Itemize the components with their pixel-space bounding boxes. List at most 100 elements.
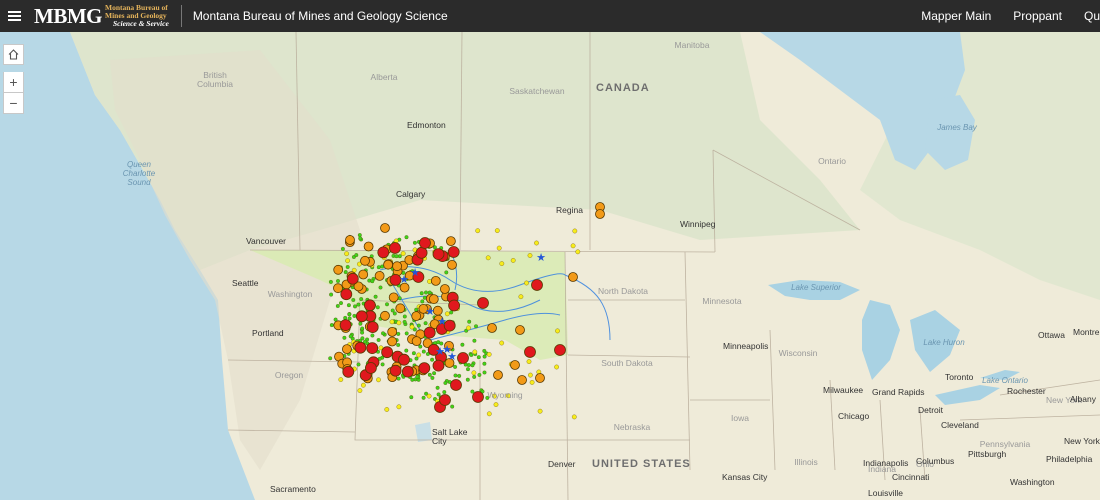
site-marker-orange[interactable] bbox=[374, 270, 385, 281]
zoom-out-button[interactable]: − bbox=[3, 93, 24, 114]
site-marker-orange[interactable] bbox=[388, 292, 399, 303]
site-marker-orange[interactable] bbox=[395, 303, 406, 314]
site-marker-green[interactable] bbox=[385, 302, 389, 307]
site-marker-orange[interactable] bbox=[341, 344, 352, 355]
site-marker-red[interactable] bbox=[432, 359, 445, 372]
site-marker-green[interactable] bbox=[351, 298, 356, 302]
site-marker-yellow[interactable] bbox=[496, 245, 502, 251]
site-marker-red[interactable] bbox=[448, 299, 461, 312]
site-marker-green[interactable] bbox=[354, 253, 359, 258]
site-marker-green[interactable] bbox=[375, 305, 380, 310]
site-marker-red[interactable] bbox=[366, 321, 379, 334]
site-marker-green[interactable] bbox=[414, 356, 419, 361]
site-marker-red[interactable] bbox=[531, 279, 543, 291]
site-marker-orange[interactable] bbox=[360, 255, 370, 266]
site-marker-orange[interactable] bbox=[517, 375, 527, 385]
site-marker-orange[interactable] bbox=[493, 370, 503, 380]
site-marker-green[interactable] bbox=[404, 348, 409, 353]
site-marker-green[interactable] bbox=[378, 285, 383, 290]
site-marker-green[interactable] bbox=[482, 354, 487, 359]
site-marker-green[interactable] bbox=[482, 361, 487, 366]
site-marker-green[interactable] bbox=[402, 319, 407, 324]
home-button[interactable] bbox=[3, 44, 24, 65]
site-marker-yellow[interactable] bbox=[345, 258, 350, 264]
site-marker-green[interactable] bbox=[329, 323, 334, 328]
site-marker-green[interactable] bbox=[356, 302, 361, 307]
site-marker-red[interactable] bbox=[423, 326, 436, 339]
site-marker-green[interactable] bbox=[396, 343, 401, 347]
site-marker-green[interactable] bbox=[472, 338, 477, 343]
site-marker-green[interactable] bbox=[424, 290, 428, 295]
site-marker-green[interactable] bbox=[336, 279, 340, 283]
site-marker-green[interactable] bbox=[380, 362, 385, 367]
site-marker-orange[interactable] bbox=[487, 323, 497, 333]
station-star-icon[interactable]: ★ bbox=[437, 315, 447, 328]
site-marker-green[interactable] bbox=[370, 279, 375, 284]
site-marker-green[interactable] bbox=[421, 349, 426, 354]
site-marker-green[interactable] bbox=[394, 254, 399, 259]
site-marker-green[interactable] bbox=[427, 372, 432, 377]
site-marker-green[interactable] bbox=[416, 323, 421, 328]
site-marker-yellow[interactable] bbox=[400, 251, 406, 256]
zoom-in-button[interactable]: + bbox=[3, 72, 24, 93]
site-marker-red[interactable] bbox=[363, 299, 376, 312]
site-marker-yellow[interactable] bbox=[486, 411, 492, 417]
site-marker-orange[interactable] bbox=[447, 259, 457, 270]
site-marker-red[interactable] bbox=[346, 272, 359, 285]
site-marker-yellow[interactable] bbox=[389, 319, 395, 325]
site-marker-yellow[interactable] bbox=[534, 240, 539, 246]
site-marker-yellow[interactable] bbox=[572, 228, 578, 234]
site-marker-orange[interactable] bbox=[380, 310, 390, 321]
site-marker-orange[interactable] bbox=[439, 284, 450, 294]
map-view[interactable]: ★ ★ ★ ★ ★ ★ ★ ★ CANADA UNITED STATES British Co… bbox=[0, 32, 1100, 500]
site-marker-green[interactable] bbox=[466, 367, 470, 372]
site-marker-red[interactable] bbox=[418, 362, 431, 375]
site-marker-green[interactable] bbox=[356, 362, 361, 367]
mbmg-logo[interactable]: MBMG Montana Bureau of Mines and Geology… bbox=[34, 0, 169, 32]
site-marker-orange[interactable] bbox=[568, 272, 578, 282]
site-marker-green[interactable] bbox=[358, 236, 363, 241]
site-marker-red[interactable] bbox=[450, 379, 462, 391]
site-marker-green[interactable] bbox=[348, 334, 353, 339]
site-marker-yellow[interactable] bbox=[499, 261, 505, 266]
site-marker-green[interactable] bbox=[328, 279, 333, 284]
site-marker-yellow[interactable] bbox=[529, 380, 535, 385]
nav-link-more[interactable]: Qu bbox=[1084, 9, 1100, 23]
site-marker-red[interactable] bbox=[339, 319, 352, 332]
site-marker-green[interactable] bbox=[430, 375, 435, 380]
site-marker-green[interactable] bbox=[342, 335, 347, 340]
site-marker-yellow[interactable] bbox=[518, 294, 524, 300]
site-marker-yellow[interactable] bbox=[510, 258, 516, 263]
site-marker-green[interactable] bbox=[329, 292, 334, 297]
site-marker-orange[interactable] bbox=[387, 336, 398, 347]
site-marker-red[interactable] bbox=[524, 346, 536, 358]
site-marker-red[interactable] bbox=[477, 297, 489, 309]
site-marker-green[interactable] bbox=[465, 377, 470, 382]
site-marker-green[interactable] bbox=[443, 381, 448, 385]
site-marker-yellow[interactable] bbox=[396, 320, 402, 326]
site-marker-orange[interactable] bbox=[380, 223, 390, 233]
site-marker-green[interactable] bbox=[444, 270, 449, 275]
site-marker-green[interactable] bbox=[339, 301, 343, 306]
site-marker-green[interactable] bbox=[376, 265, 381, 270]
site-marker-green[interactable] bbox=[412, 240, 417, 245]
site-marker-red[interactable] bbox=[432, 248, 445, 261]
site-marker-green[interactable] bbox=[453, 373, 458, 378]
site-marker-red[interactable] bbox=[554, 344, 566, 356]
site-marker-red[interactable] bbox=[457, 352, 469, 364]
site-marker-yellow[interactable] bbox=[526, 359, 532, 364]
site-marker-green[interactable] bbox=[392, 311, 397, 316]
site-marker-green[interactable] bbox=[477, 372, 482, 377]
site-marker-green[interactable] bbox=[419, 291, 424, 296]
site-marker-green[interactable] bbox=[460, 342, 465, 347]
site-marker-yellow[interactable] bbox=[494, 228, 500, 233]
site-marker-orange[interactable] bbox=[358, 269, 369, 280]
site-marker-yellow[interactable] bbox=[493, 402, 499, 407]
site-marker-yellow[interactable] bbox=[524, 280, 529, 286]
site-marker-green[interactable] bbox=[373, 294, 378, 299]
site-marker-orange[interactable] bbox=[430, 275, 441, 286]
site-marker-green[interactable] bbox=[411, 351, 416, 356]
site-marker-yellow[interactable] bbox=[528, 372, 533, 378]
site-marker-yellow[interactable] bbox=[486, 352, 492, 357]
site-marker-orange[interactable] bbox=[411, 311, 422, 322]
